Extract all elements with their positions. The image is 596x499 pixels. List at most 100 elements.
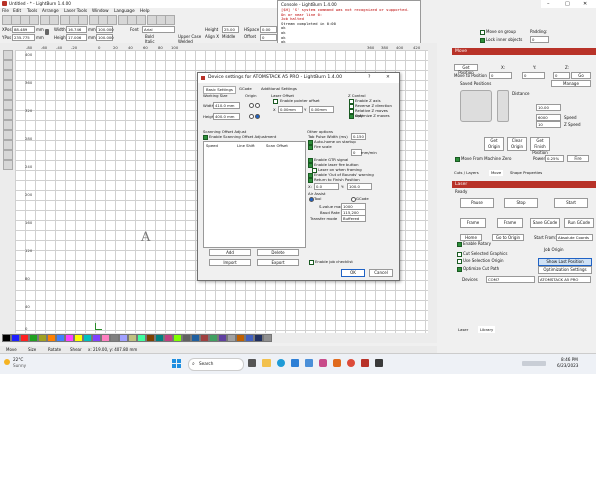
save-gcode-button[interactable]: Save GCode (530, 218, 560, 228)
xpos-field[interactable]: 88.489 (12, 26, 35, 33)
port-select[interactable]: COM7 (486, 276, 535, 283)
color-swatch[interactable] (128, 334, 137, 342)
enable-scan-offset-checkbox[interactable] (203, 135, 208, 140)
media-icon[interactable] (333, 359, 341, 367)
power-field[interactable]: 0.25% (545, 155, 564, 162)
manage-button[interactable]: Manage (551, 80, 591, 87)
color-swatch[interactable] (101, 334, 110, 342)
pause-button[interactable]: Pause (460, 198, 494, 208)
stop-button[interactable]: Stop (504, 198, 538, 208)
fire-button[interactable]: Fire (567, 155, 589, 162)
color-swatch[interactable] (2, 334, 11, 342)
photos-icon[interactable] (319, 359, 327, 367)
color-swatch[interactable] (65, 334, 74, 342)
tab-library[interactable]: Library (478, 326, 496, 333)
color-swatch[interactable] (29, 334, 38, 342)
paste-icon[interactable] (78, 15, 88, 25)
move-from-zero-checkbox[interactable] (455, 157, 460, 162)
mail-icon[interactable] (305, 359, 313, 367)
dialog-help-icon[interactable]: ? (368, 73, 370, 83)
line-tool-icon[interactable] (3, 70, 13, 80)
color-swatch[interactable] (209, 334, 218, 342)
working-width-field[interactable]: 410.0 mm (213, 102, 240, 109)
offset-y-field[interactable]: 0.00mm (309, 106, 334, 113)
get-finish-button[interactable]: Get Finish Position (530, 137, 550, 155)
scan-offset-table[interactable]: Speed Line Shift Scan Offset (203, 141, 306, 248)
color-swatch[interactable] (218, 334, 227, 342)
run-gcode-button[interactable]: Run GCode (564, 218, 594, 228)
cancel-button[interactable]: Cancel (369, 269, 393, 277)
export-button[interactable]: Export (257, 259, 299, 266)
optimize-cut-path-checkbox[interactable] (457, 267, 462, 272)
add-button[interactable]: Add (209, 249, 251, 256)
use-selection-origin-checkbox[interactable] (457, 259, 462, 264)
redo-icon[interactable] (49, 15, 59, 25)
optimize-z-checkbox[interactable] (349, 114, 354, 119)
working-height-field[interactable]: 400.0 mm (213, 113, 240, 120)
ellipse-tool-icon[interactable] (3, 90, 13, 100)
taskbar-search[interactable]: ⌕ Search (188, 358, 244, 371)
fire-scale-checkbox[interactable] (308, 145, 313, 150)
tab-laser[interactable]: Laser (458, 326, 468, 333)
cut-selected-checkbox[interactable] (457, 252, 462, 257)
go-button[interactable]: Go (571, 72, 591, 79)
frame-circle-button[interactable]: Frame (497, 218, 523, 228)
font-field[interactable]: Arial (142, 26, 175, 33)
color-swatch[interactable] (236, 334, 245, 342)
clock-time[interactable]: 8:46 PM (561, 357, 578, 362)
origin-bottom-left-radio[interactable] (249, 114, 254, 119)
z-speed-field[interactable]: 10 (536, 121, 561, 128)
go-to-origin-button[interactable]: Go to Origin (492, 234, 524, 241)
ypos-field[interactable]: 235.775 (12, 34, 35, 41)
frame-button[interactable]: Frame (460, 218, 486, 228)
move-x-field[interactable]: 0 (489, 72, 512, 79)
show-last-position-button[interactable]: Show Last Position (538, 258, 592, 266)
color-swatch[interactable] (74, 334, 83, 342)
z-jog-pad[interactable] (497, 90, 509, 122)
chrome-icon[interactable] (347, 359, 355, 367)
color-swatch[interactable] (254, 334, 263, 342)
lock-icon[interactable] (45, 29, 49, 35)
tray-icons[interactable] (522, 361, 546, 366)
move-z-field[interactable]: 0 (553, 72, 570, 79)
zoom-frame-icon[interactable] (107, 15, 117, 25)
optimization-settings-button[interactable]: Optimization Settings (538, 266, 592, 274)
edge-icon[interactable] (277, 359, 285, 367)
origin-bottom-right-radio[interactable] (255, 114, 260, 119)
speed-field[interactable]: 6000 (536, 114, 561, 121)
start-from-select[interactable]: Absolute Coords (556, 234, 593, 241)
measure-tool-icon[interactable] (3, 130, 13, 140)
text-tool-icon[interactable] (3, 110, 13, 120)
get-origin-button[interactable]: Get Origin (484, 137, 504, 151)
offset-tool-icon[interactable] (3, 140, 13, 150)
clear-origin-button[interactable]: Clear Origin (507, 137, 527, 151)
color-swatch[interactable] (146, 334, 155, 342)
canvas-letter[interactable]: A (141, 230, 150, 245)
height-field[interactable]: 17.006 (66, 34, 87, 41)
task-view-icon[interactable] (248, 359, 256, 367)
enable-job-checklist-checkbox[interactable] (309, 260, 314, 265)
device-select[interactable]: ATOMSTACK A5 PRO (538, 276, 591, 283)
file-explorer-icon[interactable] (262, 359, 271, 367)
color-swatch[interactable] (173, 334, 182, 342)
delete-button[interactable]: Delete (257, 249, 299, 256)
color-swatch[interactable] (182, 334, 191, 342)
color-swatch[interactable] (137, 334, 146, 342)
lock-inner-checkbox[interactable] (480, 38, 485, 43)
color-swatch[interactable] (38, 334, 47, 342)
maximize-icon[interactable]: □ (565, 0, 570, 8)
tab-cuts-layers[interactable]: Cuts / Layers (454, 170, 479, 176)
offset-field[interactable]: 0 (260, 34, 277, 41)
dialog-close-icon[interactable]: ✕ (386, 73, 390, 83)
height-percent-field[interactable]: 100.000 (96, 34, 114, 41)
padding-field[interactable]: 0 (530, 36, 549, 43)
color-swatch[interactable] (92, 334, 101, 342)
settings-icon[interactable] (136, 15, 146, 25)
lightburn-taskbar-icon[interactable] (361, 359, 369, 367)
import-button[interactable]: Import (209, 259, 251, 266)
start-icon[interactable] (172, 359, 181, 368)
close-icon[interactable]: ✕ (583, 0, 587, 8)
color-swatch[interactable] (11, 334, 20, 342)
color-swatch[interactable] (245, 334, 254, 342)
home-button[interactable]: Home (460, 234, 482, 241)
